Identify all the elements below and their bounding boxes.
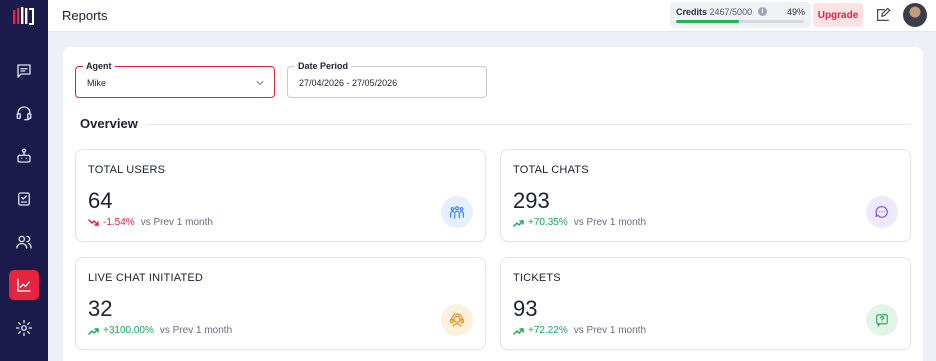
chat-bubbles-icon [866, 196, 898, 228]
headset-icon [16, 106, 32, 121]
upgrade-button[interactable]: Upgrade [813, 3, 863, 27]
trend-up-icon [88, 327, 99, 335]
card-title: LIVE CHAT INITIATED [88, 272, 204, 284]
stat-card-total-chats: TOTAL CHATS 293 +70.35% vs Prev 1 month [500, 149, 911, 242]
trend-value: +3100.00% [103, 325, 154, 336]
trend-suffix: vs Prev 1 month [573, 217, 647, 228]
overview-heading: Overview [80, 116, 138, 131]
bot-icon [17, 148, 31, 163]
sidebar-item-chats[interactable] [9, 56, 39, 86]
trend-value: +72.22% [528, 325, 568, 336]
date-period-label: Date Period [295, 61, 352, 71]
credits-widget[interactable]: Credits 2467/5000 i 49% [670, 2, 811, 28]
trend-up-icon [513, 219, 524, 227]
card-title: TOTAL USERS [88, 164, 166, 176]
trend-value: -1.54% [103, 217, 135, 228]
card-title: TICKETS [513, 272, 561, 284]
sidebar-item-users[interactable] [9, 227, 39, 257]
card-value: 32 [88, 296, 113, 321]
chat-icon [17, 64, 31, 78]
agent-value: Mike [87, 78, 107, 88]
card-value: 293 [513, 188, 550, 213]
card-trend: -1.54% vs Prev 1 month [88, 217, 213, 228]
card-value: 64 [88, 188, 113, 213]
agent-select[interactable]: Agent Mike [75, 61, 275, 98]
sidebar-item-reports[interactable] [9, 270, 39, 300]
logo-icon[interactable] [12, 6, 34, 26]
agent-headset-icon [441, 304, 473, 336]
date-period-value: 27/04/2026 - 27/05/2026 [299, 78, 398, 88]
card-value: 93 [513, 296, 538, 321]
avatar[interactable] [903, 3, 927, 27]
trend-suffix: vs Prev 1 month [573, 325, 647, 336]
top-header: Reports Credits 2467/5000 i 49% Upgrade [48, 0, 936, 32]
sidebar [0, 0, 48, 361]
trend-up-icon [513, 327, 524, 335]
overview-divider [146, 124, 911, 125]
settings-icon [15, 319, 33, 337]
trend-suffix: vs Prev 1 month [159, 325, 233, 336]
edit-icon [877, 7, 891, 21]
card-trend: +3100.00% vs Prev 1 month [88, 325, 232, 336]
users-icon [16, 235, 32, 249]
stat-card-live-chat-initiated: LIVE CHAT INITIATED 32 +3100.00% vs Prev… [75, 257, 486, 350]
date-period-field[interactable]: Date Period 27/04/2026 - 27/05/2026 [287, 61, 487, 98]
agent-label: Agent [83, 61, 115, 71]
credits-percent: 49% [786, 7, 805, 17]
credits-progress-fill [676, 20, 739, 23]
sidebar-item-tasks[interactable] [9, 184, 39, 214]
chevron-down-icon [254, 76, 266, 88]
credits-progress-bar [676, 20, 804, 23]
sidebar-item-live-chat[interactable] [9, 98, 39, 128]
trend-value: +70.35% [528, 217, 568, 228]
stat-card-tickets: TICKETS 93 +72.22% vs Prev 1 month [500, 257, 911, 350]
credits-label: Credits [676, 7, 708, 17]
card-title: TOTAL CHATS [513, 164, 589, 176]
reports-panel: Agent Mike Date Period 27/04/2026 - 27/0… [63, 47, 923, 361]
users-group-icon [441, 196, 473, 228]
page-title: Reports [62, 8, 108, 23]
card-trend: +72.22% vs Prev 1 month [513, 325, 646, 336]
tasks-icon [18, 192, 30, 206]
stat-card-total-users: TOTAL USERS 64 -1.54% vs Prev 1 month [75, 149, 486, 242]
edit-button[interactable] [873, 5, 893, 25]
ticket-question-icon [866, 304, 898, 336]
sidebar-item-bots[interactable] [9, 141, 39, 171]
sidebar-item-settings[interactable] [9, 313, 39, 343]
trend-suffix: vs Prev 1 month [140, 217, 213, 228]
credits-value: 2467/5000 [709, 7, 753, 17]
card-trend: +70.35% vs Prev 1 month [513, 217, 646, 228]
reports-icon [17, 278, 31, 292]
info-icon[interactable]: i [758, 7, 767, 16]
trend-down-icon [88, 218, 99, 227]
